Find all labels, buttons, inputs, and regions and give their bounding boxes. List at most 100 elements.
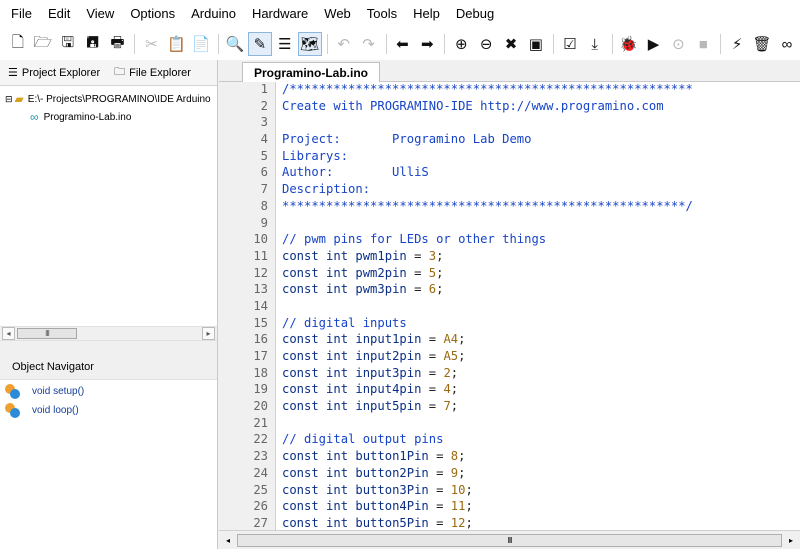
code-line-text: Librarys:: [282, 148, 349, 163]
add-icon[interactable]: ⊕: [449, 32, 473, 56]
save-icon[interactable]: 🖫: [56, 32, 80, 56]
code-line[interactable]: 5 Librarys:: [219, 149, 693, 166]
code-line[interactable]: 19 const int input4pin = 4;: [219, 382, 693, 399]
code-line[interactable]: 15 // digital inputs: [219, 316, 693, 333]
menu-debug[interactable]: Debug: [448, 0, 502, 28]
verify-checkbox-icon[interactable]: ☑: [558, 32, 582, 56]
step-icon[interactable]: ⊙: [666, 32, 690, 56]
new-file-icon[interactable]: 🗋: [6, 32, 30, 56]
remove-icon[interactable]: ⊖: [474, 32, 498, 56]
code-line[interactable]: 17 const int input2pin = A5;: [219, 349, 693, 366]
scrollbar-thumb[interactable]: III: [17, 328, 77, 339]
copy-icon[interactable]: 📋: [164, 32, 188, 56]
code-line[interactable]: 22 // digital output pins: [219, 432, 693, 449]
search-icon[interactable]: 🔍: [223, 32, 247, 56]
tree-file-label: Programino-Lab.ino: [43, 111, 132, 123]
list-icon: ☰: [8, 67, 18, 79]
redo-icon[interactable]: ↷: [357, 32, 381, 56]
code-line[interactable]: 7 Description:: [219, 182, 693, 199]
code-line-text: const int input4pin = 4;: [282, 382, 459, 397]
tab-file-explorer[interactable]: 🗀 File Explorer: [114, 63, 191, 82]
code-line[interactable]: 23 const int button1Pin = 8;: [219, 449, 693, 466]
tree-file-row[interactable]: ∞ Programino-Lab.ino: [0, 108, 217, 126]
code-editor[interactable]: 1 /**************************************…: [219, 82, 800, 530]
code-line-text: const int input5pin = 7;: [282, 399, 459, 414]
cut-icon[interactable]: ✂: [139, 32, 163, 56]
menu-tools[interactable]: Tools: [359, 0, 405, 28]
code-line[interactable]: 12 const int pwm2pin = 5;: [219, 266, 693, 283]
scroll-right-icon[interactable]: ▸: [784, 533, 798, 547]
line-number: 22: [253, 432, 268, 447]
paste-icon[interactable]: 📄: [189, 32, 213, 56]
lightning-icon[interactable]: ⚡: [725, 32, 749, 56]
code-line[interactable]: 3: [219, 115, 693, 132]
menu-web[interactable]: Web: [316, 0, 359, 28]
menu-arduino[interactable]: Arduino: [183, 0, 244, 28]
code-line[interactable]: 8 ***************************************…: [219, 199, 693, 216]
code-line-text: // pwm pins for LEDs or other things: [282, 232, 547, 247]
stop-icon[interactable]: ■: [691, 32, 715, 56]
code-line[interactable]: 11 const int pwm1pin = 3;: [219, 249, 693, 266]
tree-horizontal-scrollbar[interactable]: ◂ III ▸: [0, 326, 217, 341]
code-line[interactable]: 18 const int input3pin = 2;: [219, 366, 693, 383]
infinity-icon[interactable]: ∞: [775, 32, 799, 56]
scrollbar-thumb[interactable]: III: [237, 533, 782, 547]
close-icon[interactable]: ✖: [499, 32, 523, 56]
code-line[interactable]: 13 const int pwm3pin = 6;: [219, 282, 693, 299]
scroll-left-icon[interactable]: ◂: [221, 533, 235, 547]
code-line[interactable]: 20 const int input5pin = 7;: [219, 399, 693, 416]
menu-edit[interactable]: Edit: [40, 0, 78, 28]
scroll-right-icon[interactable]: ▸: [202, 327, 215, 340]
code-line[interactable]: 10 // pwm pins for LEDs or other things: [219, 232, 693, 249]
map-icon[interactable]: 🗺: [297, 32, 322, 56]
list-icon[interactable]: ☰: [273, 32, 297, 56]
object-navigator-item[interactable]: void setup(): [0, 382, 217, 401]
tree-root-row[interactable]: ⊟ ▰ E:\- Projects\PROGRAMINO\IDE Arduino: [0, 90, 217, 108]
line-number: 2: [260, 98, 268, 113]
splitter[interactable]: [0, 341, 217, 354]
editor-tab-programino-lab[interactable]: Programino-Lab.ino: [242, 62, 380, 83]
menu-hardware[interactable]: Hardware: [244, 0, 316, 28]
code-line[interactable]: 24 const int button2Pin = 9;: [219, 466, 693, 483]
function-icon: [5, 384, 23, 399]
debug-bug-icon[interactable]: 🐞: [617, 32, 641, 56]
open-folder-icon[interactable]: 🗁: [31, 32, 55, 56]
object-navigator-item[interactable]: void loop(): [0, 401, 217, 420]
menu-file[interactable]: File: [3, 0, 40, 28]
arrow-left-icon[interactable]: ⬅: [391, 32, 415, 56]
code-line-text: const int button4Pin = 11;: [282, 499, 473, 514]
object-navigator-item-label: void loop(): [32, 405, 79, 416]
save-all-icon[interactable]: 🖪: [81, 32, 105, 56]
upload-download-icon[interactable]: ⤓: [583, 32, 607, 56]
menu-options[interactable]: Options: [122, 0, 183, 28]
code-line[interactable]: 26 const int button4Pin = 11;: [219, 499, 693, 516]
code-line[interactable]: 27 const int button5Pin = 12;: [219, 516, 693, 530]
code-line[interactable]: 9: [219, 216, 693, 233]
tab-file-explorer-label: File Explorer: [129, 66, 191, 79]
arrow-right-icon[interactable]: ➡: [415, 32, 439, 56]
editor-horizontal-scrollbar[interactable]: ◂ III ▸: [219, 530, 800, 549]
line-number: 10: [253, 232, 268, 247]
code-line[interactable]: 1 /**************************************…: [219, 82, 693, 99]
trash-icon[interactable]: 🗑: [750, 32, 774, 56]
print-icon[interactable]: 🖶: [106, 32, 130, 56]
code-line[interactable]: 16 const int input1pin = A4;: [219, 332, 693, 349]
highlight-pen-icon[interactable]: ✎: [248, 32, 272, 56]
toolbar-separator: [611, 34, 613, 54]
board-dropdown-icon[interactable]: ▣: [524, 32, 548, 56]
code-line[interactable]: 6 Author: UlliS: [219, 165, 693, 182]
scroll-left-icon[interactable]: ◂: [2, 327, 15, 340]
code-line[interactable]: 2 Create with PROGRAMINO-IDE http://www.p…: [219, 99, 693, 116]
code-line[interactable]: 4 Project: Programino Lab Demo: [219, 132, 693, 149]
code-line[interactable]: 25 const int button3Pin = 10;: [219, 483, 693, 500]
run-play-icon[interactable]: ▶: [642, 32, 666, 56]
undo-icon[interactable]: ↶: [332, 32, 356, 56]
menu-view[interactable]: View: [78, 0, 122, 28]
code-line[interactable]: 14: [219, 299, 693, 316]
code-line[interactable]: 21: [219, 416, 693, 433]
collapse-icon[interactable]: ⊟: [5, 94, 13, 105]
menu-help[interactable]: Help: [405, 0, 448, 28]
tab-project-explorer[interactable]: ☰ Project Explorer: [8, 66, 100, 80]
code-line-text: // digital output pins: [282, 432, 444, 447]
line-number: 25: [253, 482, 268, 497]
